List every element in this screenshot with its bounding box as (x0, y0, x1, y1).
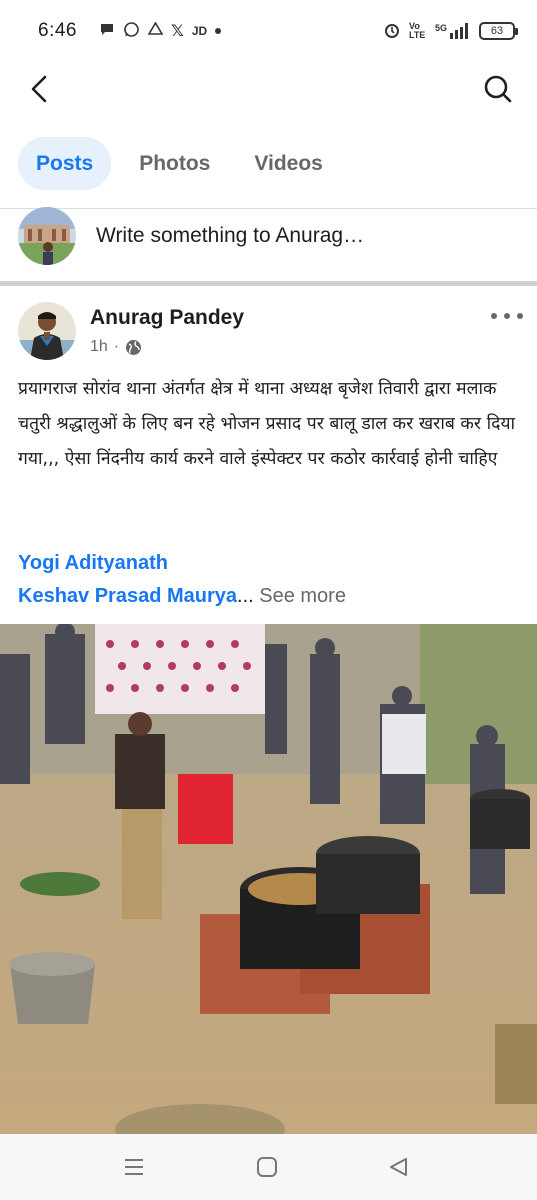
home-button[interactable] (247, 1152, 287, 1182)
status-time: 6:46 (38, 20, 77, 41)
dot (517, 313, 523, 319)
battery-icon: 63 (479, 22, 518, 40)
more-options-button[interactable] (491, 306, 523, 326)
dot (491, 313, 497, 319)
home-icon (257, 1157, 277, 1177)
tab-posts[interactable]: Posts (18, 137, 112, 190)
dot (504, 313, 510, 319)
post-author[interactable]: Anurag Pandey (90, 306, 244, 330)
post-time: 1h (90, 338, 108, 355)
meta-separator: · (113, 338, 120, 355)
alarm-icon (383, 21, 401, 42)
post-composer[interactable]: Write something to Anurag… (18, 206, 518, 266)
search-button[interactable] (481, 72, 515, 106)
see-more-link[interactable]: See more (254, 585, 346, 607)
nav-back-button[interactable] (378, 1152, 418, 1182)
author-avatar[interactable] (18, 302, 76, 360)
volte-label: Vo LTE (408, 21, 426, 40)
back-icon (390, 1158, 407, 1176)
dot-icon (215, 28, 222, 34)
tab-videos[interactable]: Videos (238, 137, 338, 190)
network-label: 5G (434, 23, 447, 33)
battery-level: 63 (490, 25, 504, 37)
system-icons: Vo LTE 5G 63 (383, 21, 518, 42)
post-body: प्रयागराज सोरांव थाना अंतर्गत क्षेत्र मे… (18, 379, 516, 469)
post-header: Anurag Pandey 1h · (18, 302, 523, 364)
profile-tabs: Posts Photos Videos (18, 137, 339, 190)
notification-icons: 𝕏 JD (99, 21, 222, 42)
composer-placeholder: Write something to Anurag… (96, 224, 365, 247)
recent-apps-icon (125, 1159, 143, 1175)
tab-photos[interactable]: Photos (123, 137, 226, 190)
post-image[interactable] (0, 624, 537, 1134)
composer-avatar (18, 207, 76, 265)
jd-icon: JD (191, 24, 208, 38)
mention-yogi[interactable]: Yogi Adityanath (18, 552, 168, 575)
mention-line-2: Keshav Prasad Maurya... See more (18, 585, 346, 608)
system-nav-bar (0, 1134, 537, 1200)
drive-icon (147, 21, 164, 40)
globe-icon (126, 339, 142, 355)
post-meta: 1h · (90, 338, 142, 356)
status-bar: 6:46 𝕏 JD Vo LTE 5G 63 (0, 0, 537, 62)
back-arrow-icon (31, 75, 47, 103)
back-button[interactable] (22, 72, 56, 106)
ellipsis: ... (237, 585, 254, 607)
chat-bubble-icon (99, 21, 115, 41)
section-divider (0, 281, 537, 286)
whatsapp-icon (123, 21, 140, 42)
x-icon: 𝕏 (170, 23, 184, 40)
top-nav (0, 62, 537, 118)
search-icon (484, 75, 512, 103)
mention-keshav[interactable]: Keshav Prasad Maurya (18, 585, 237, 607)
signal-icon: 5G (435, 23, 471, 39)
recent-apps-button[interactable] (114, 1152, 154, 1182)
